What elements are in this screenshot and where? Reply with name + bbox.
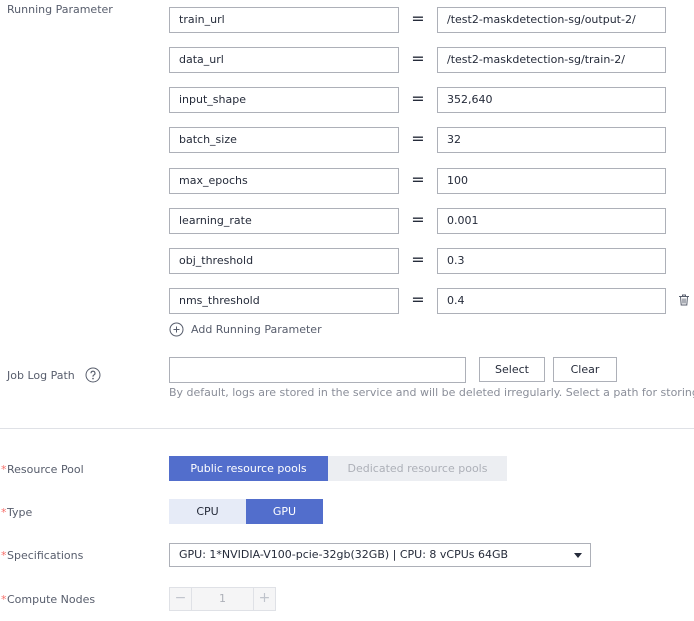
clear-button[interactable]: Clear (553, 357, 617, 382)
specifications-value: GPU: 1*NVIDIA-V100-pcie-32gb(32GB) | CPU… (179, 548, 509, 561)
job-log-path-label: Job Log Path (7, 369, 75, 382)
job-log-hint: By default, logs are stored in the servi… (169, 386, 694, 399)
chevron-down-icon (574, 553, 582, 558)
param-value-input[interactable]: 100 (437, 168, 666, 194)
select-button[interactable]: Select (479, 357, 545, 382)
equals-sign: = (411, 170, 425, 189)
param-value-input[interactable]: /test2-maskdetection-sg/output-2/ (437, 7, 666, 33)
plus-circle-icon (169, 322, 184, 336)
equals-sign: = (411, 290, 425, 309)
decrement-button[interactable]: − (170, 588, 192, 610)
job-log-path-input[interactable] (169, 357, 466, 383)
gpu-option[interactable]: GPU (246, 499, 323, 524)
compute-nodes-value: 1 (219, 592, 226, 605)
param-name-input[interactable]: train_url (169, 7, 399, 33)
param-name-input[interactable]: obj_threshold (169, 248, 399, 274)
type-label: Type (1, 506, 32, 520)
param-value-input[interactable]: 0.001 (437, 208, 666, 234)
specifications-select[interactable]: GPU: 1*NVIDIA-V100-pcie-32gb(32GB) | CPU… (169, 543, 591, 567)
param-value-input[interactable]: /test2-maskdetection-sg/train-2/ (437, 47, 666, 73)
equals-sign: = (411, 9, 425, 28)
add-running-parameter-button[interactable]: Add Running Parameter (169, 321, 322, 337)
param-name-input[interactable]: input_shape (169, 87, 399, 113)
param-value-input[interactable]: 352,640 (437, 87, 666, 113)
equals-sign: = (411, 89, 425, 108)
section-divider (0, 428, 694, 429)
param-value-input[interactable]: 32 (437, 127, 666, 153)
specifications-label: Specifications (1, 549, 83, 563)
param-name-input[interactable]: nms_threshold (169, 288, 399, 314)
equals-sign: = (411, 129, 425, 148)
param-name-input[interactable]: max_epochs (169, 168, 399, 194)
compute-nodes-stepper[interactable]: − 1 + (169, 587, 276, 611)
param-name-input[interactable]: batch_size (169, 127, 399, 153)
equals-sign: = (411, 49, 425, 68)
param-value-input[interactable]: 0.4 (437, 288, 666, 314)
public-resource-pools-tab[interactable]: Public resource pools (169, 456, 328, 481)
param-name-input[interactable]: data_url (169, 47, 399, 73)
help-icon[interactable] (85, 367, 101, 383)
resource-pool-label: Resource Pool (1, 463, 84, 477)
param-value-input[interactable]: 0.3 (437, 248, 666, 274)
equals-sign: = (411, 210, 425, 229)
running-parameter-label: Running Parameter (7, 3, 113, 16)
equals-sign: = (411, 250, 425, 269)
param-name-input[interactable]: learning_rate (169, 208, 399, 234)
increment-button[interactable]: + (253, 588, 275, 610)
dedicated-resource-pools-tab[interactable]: Dedicated resource pools (328, 456, 507, 481)
compute-nodes-label: Compute Nodes (1, 593, 95, 607)
trash-icon[interactable] (678, 294, 690, 306)
add-running-parameter-label: Add Running Parameter (191, 322, 322, 336)
cpu-option[interactable]: CPU (169, 499, 246, 524)
